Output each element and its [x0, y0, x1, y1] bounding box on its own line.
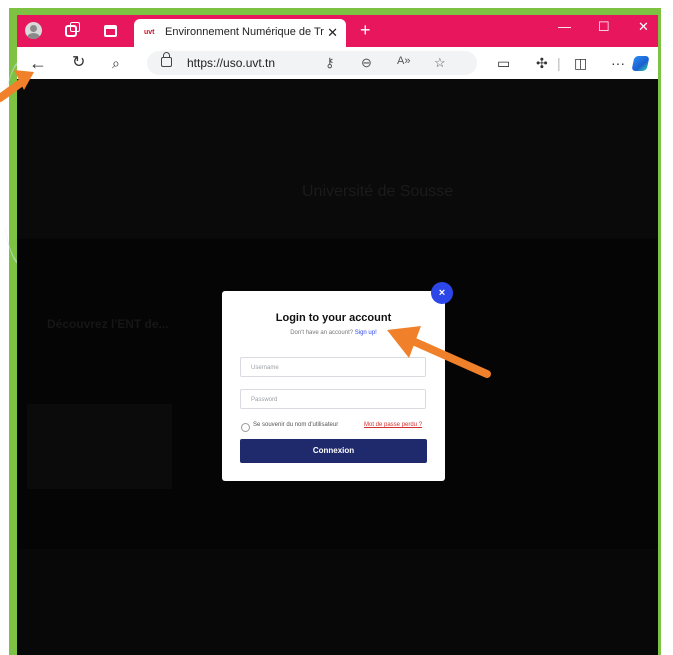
back-arrow-icon[interactable]: ← [29, 54, 47, 72]
password-input[interactable]: Password [240, 389, 426, 409]
workspaces-icon[interactable] [65, 22, 80, 37]
address-bar[interactable]: https://uso.uvt.tn ⚷ ⊖ A» ☆ [147, 51, 477, 75]
maximize-button[interactable]: ☐ [598, 19, 610, 35]
tab-actions-icon[interactable] [104, 25, 117, 37]
refresh-icon[interactable]: ↻ [72, 54, 85, 72]
forgot-password-link[interactable]: Mot de passe perdu ? [364, 422, 422, 428]
modal-title: Login to your account [275, 312, 392, 324]
tab-close-icon[interactable]: ✕ [327, 25, 338, 41]
minimize-button[interactable]: — [558, 19, 571, 34]
signup-prompt-text: Don't have an account? [290, 330, 354, 336]
login-button[interactable]: Connexion [240, 439, 427, 463]
search-icon[interactable]: ⌕ [112, 54, 120, 72]
signup-link[interactable]: Sign up! [355, 330, 377, 336]
url-text[interactable]: https://uso.uvt.tn [187, 56, 275, 70]
hero-banner [17, 79, 658, 239]
reading-view-icon[interactable]: ▭ [497, 54, 510, 72]
more-options-icon[interactable]: ··· [611, 54, 625, 72]
profile-avatar-icon[interactable] [25, 22, 42, 39]
navigation-bar: ← ↻ ⌕ https://uso.uvt.tn ⚷ ⊖ A» ☆ ▭ ✣ | … [17, 47, 658, 79]
split-screen-icon[interactable]: ◫ [574, 54, 587, 72]
browser-window: uvt Environnement Numérique de Tr ✕ + — … [17, 15, 658, 655]
modal-close-icon[interactable]: × [431, 282, 453, 304]
section-heading: Découvrez l'ENT de... [47, 317, 169, 331]
toolbar-divider: | [557, 55, 561, 71]
read-aloud-icon[interactable]: A» [397, 55, 410, 67]
zoom-icon[interactable]: ⊖ [361, 55, 372, 71]
site-info-lock-icon[interactable] [161, 52, 172, 67]
login-modal: Login to your account Don't have an acco… [222, 291, 445, 481]
card-image [27, 404, 172, 489]
active-tab[interactable]: uvt Environnement Numérique de Tr ✕ [134, 19, 346, 47]
close-window-button[interactable]: ✕ [638, 19, 649, 35]
extensions-icon[interactable]: ✣ [536, 54, 548, 72]
username-input[interactable]: Username [240, 357, 426, 377]
new-tab-button[interactable]: + [360, 20, 371, 41]
copilot-icon[interactable] [631, 56, 650, 71]
site-title: Université de Sousse [302, 183, 454, 200]
remember-me-label: Se souvenir du nom d'utilisateur [253, 422, 339, 428]
tab-bar: uvt Environnement Numérique de Tr ✕ + — … [17, 15, 658, 47]
favorite-star-icon[interactable]: ☆ [434, 55, 446, 71]
uvt-favicon-icon: uvt [144, 29, 155, 36]
tab-title: Environnement Numérique de Tr [165, 26, 324, 38]
remember-me-checkbox[interactable] [241, 423, 250, 432]
footer-block [17, 549, 658, 655]
signup-prompt: Don't have an account? Sign up! [222, 330, 445, 336]
password-key-icon[interactable]: ⚷ [325, 55, 335, 71]
